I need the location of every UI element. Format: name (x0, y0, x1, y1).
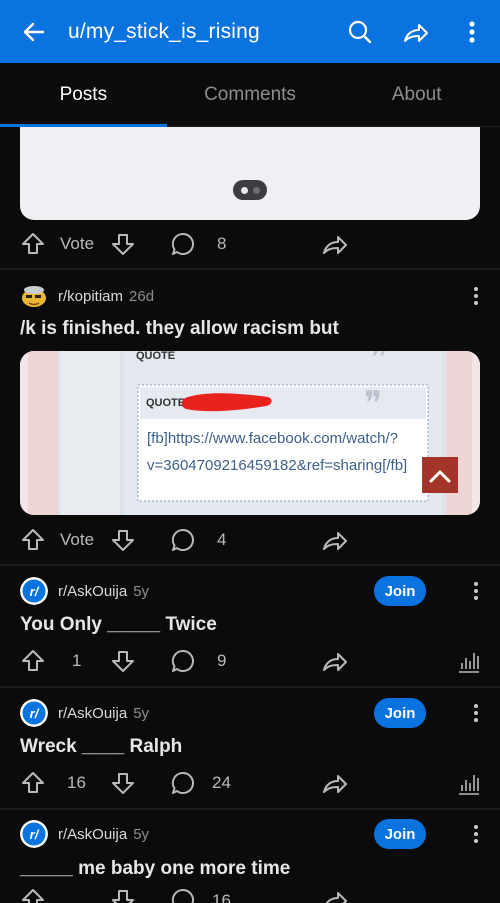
share-icon[interactable] (321, 887, 349, 903)
search-icon (348, 20, 372, 43)
tab-posts[interactable]: Posts (0, 63, 167, 127)
join-button[interactable]: Join (374, 819, 426, 849)
post-menu-button[interactable] (468, 579, 484, 603)
post-divider (0, 268, 500, 270)
upvote-icon[interactable] (20, 527, 46, 553)
post-menu-button[interactable] (468, 284, 484, 308)
join-button[interactable]: Join (374, 576, 426, 606)
vote-score: Vote (60, 234, 95, 253)
share-icon[interactable] (321, 648, 349, 674)
share-profile-button[interactable] (388, 0, 444, 63)
subreddit-name[interactable]: r/kopitiam (58, 288, 123, 305)
post-image[interactable]: QUOTE ❞ QUOTE= ❞ [fb]https://www.faceboo… (20, 351, 480, 515)
post-actions: 1 9 (0, 643, 500, 679)
post-actions: Vote 4 (0, 522, 500, 558)
askouija-avatar-icon[interactable]: r/ (20, 699, 48, 727)
upvote-icon[interactable] (20, 770, 46, 796)
comment-count: 9 (217, 651, 227, 670)
tab-about[interactable]: About (333, 63, 500, 126)
quote-mark-icon: ❞ (364, 386, 382, 423)
comment-icon[interactable] (170, 648, 196, 674)
vote-score: Vote (60, 530, 95, 549)
share-icon[interactable] (321, 770, 349, 796)
askouija-avatar-icon[interactable]: r/ (20, 577, 48, 605)
page-title: u/my_stick_is_rising (68, 19, 260, 43)
svg-text:r/: r/ (30, 827, 40, 842)
vote-score: 16 (67, 773, 86, 792)
comment-count: 4 (217, 530, 227, 549)
app-bar: u/my_stick_is_rising (0, 0, 500, 63)
subreddit-avatar[interactable] (20, 282, 48, 310)
post-divider (0, 564, 500, 566)
screenshot-image: QUOTE ❞ QUOTE= ❞ [fb]https://www.faceboo… (20, 351, 480, 515)
post-actions: 16 24 (0, 765, 500, 801)
overflow-menu-button[interactable] (444, 0, 500, 63)
more-vertical-icon (469, 20, 475, 43)
post-age: 5y (133, 825, 150, 843)
vote-score: 1 (72, 651, 82, 670)
post-title[interactable]: You Only _____ Twice (20, 614, 490, 636)
post-insights-icon[interactable] (457, 649, 481, 673)
downvote-icon[interactable] (110, 770, 136, 796)
upvote-icon[interactable] (20, 887, 46, 903)
tab-comments[interactable]: Comments (167, 63, 334, 126)
search-button[interactable] (332, 0, 388, 63)
post-divider (0, 686, 500, 688)
comment-icon[interactable] (170, 527, 196, 553)
comment-icon[interactable] (170, 887, 196, 903)
arrow-left-icon (23, 22, 45, 41)
askouija-avatar-icon[interactable]: r/ (20, 820, 48, 848)
quote-mark-icon: ❞ (370, 351, 388, 377)
subreddit-name[interactable]: r/AskOuija (58, 826, 127, 843)
post-menu-button[interactable] (468, 822, 484, 846)
profile-tabs: Posts Comments About (0, 63, 500, 127)
post-age: 5y (133, 704, 150, 722)
comment-icon[interactable] (170, 231, 196, 257)
quote-label: QUOTE (136, 351, 175, 362)
comment-count: 24 (212, 773, 231, 792)
downvote-icon[interactable] (110, 648, 136, 674)
post-age: 5y (133, 582, 150, 600)
share-icon[interactable] (321, 527, 349, 553)
back-button[interactable] (0, 0, 68, 63)
subreddit-name[interactable]: r/AskOuija (58, 583, 127, 600)
comment-count: 16 (212, 891, 231, 903)
post-title[interactable]: /k is finished. they allow racism but (20, 318, 490, 340)
upvote-icon[interactable] (20, 648, 46, 674)
downvote-icon[interactable] (110, 527, 136, 553)
downvote-icon[interactable] (110, 887, 136, 903)
post-actions: 16 (0, 887, 500, 903)
svg-text:r/: r/ (30, 584, 40, 599)
join-button[interactable]: Join (374, 698, 426, 728)
post-title[interactable]: _____ me baby one more time (20, 858, 490, 880)
post-insights-icon[interactable] (457, 771, 481, 795)
post-age: 26d (129, 287, 155, 305)
share-icon (404, 23, 428, 42)
svg-text:r/: r/ (30, 706, 40, 721)
post-media-card[interactable] (20, 127, 480, 220)
comment-count: 8 (217, 234, 227, 253)
upvote-icon[interactable] (20, 231, 46, 257)
post-header: r/kopitiam 26d (20, 281, 490, 311)
gallery-pager (233, 180, 267, 200)
post-divider (0, 808, 500, 810)
post-menu-button[interactable] (468, 701, 484, 725)
comment-icon[interactable] (170, 770, 196, 796)
share-icon[interactable] (321, 231, 349, 257)
subreddit-name[interactable]: r/AskOuija (58, 705, 127, 722)
post-title[interactable]: Wreck ____ Ralph (20, 736, 490, 758)
post-actions: Vote 8 (0, 226, 500, 262)
downvote-icon[interactable] (110, 231, 136, 257)
